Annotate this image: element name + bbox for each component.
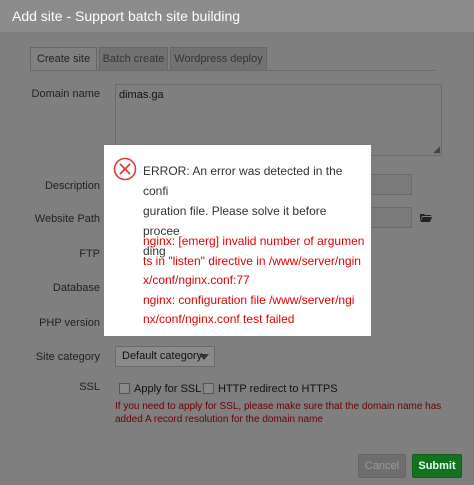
http-redirect-label[interactable]: HTTP redirect to HTTPS [218, 383, 338, 395]
error-message-line: ERROR: An error was detected in the conf… [143, 164, 343, 198]
website-path-label: Website Path [34, 213, 100, 225]
dialog-titlebar: Add site - Support batch site building [0, 0, 474, 32]
domain-label: Domain name [31, 88, 100, 100]
database-label: Database [52, 282, 100, 294]
resize-grip-icon[interactable]: ◢ [433, 145, 440, 154]
ssl-label: SSL [79, 381, 100, 393]
error-detail-line: nginx: configuration file /www/server/ng… [143, 292, 355, 307]
error-detail-line: x/conf/nginx.conf:77 [143, 273, 250, 287]
php-version-label: PHP version [39, 317, 100, 329]
close-circle-icon [113, 157, 137, 181]
description-label: Description [44, 180, 100, 192]
error-detail-line: nx/conf/nginx.conf test failed [143, 312, 295, 326]
site-category-label: Site category [35, 351, 100, 363]
ftp-label: FTP [79, 248, 100, 260]
error-detail-line: ts in "listen" directive in /www/server/… [143, 253, 361, 268]
cancel-button[interactable]: Cancel [358, 454, 406, 478]
http-redirect-checkbox[interactable] [203, 383, 214, 394]
submit-button[interactable]: Submit [412, 454, 462, 478]
tab-wordpress-deploy[interactable]: Wordpress deploy [170, 47, 267, 71]
site-category-value: Default category [122, 350, 203, 362]
error-detail-line: nginx: [emerg] invalid number of argumen [143, 234, 365, 248]
apply-ssl-label[interactable]: Apply for SSL [134, 383, 201, 395]
folder-icon[interactable] [420, 213, 432, 222]
site-category-select[interactable]: Default category [115, 346, 215, 367]
dialog-title: Add site - Support batch site building [12, 8, 241, 24]
error-detail: nginx: [emerg] invalid number of argumen… [143, 232, 365, 330]
chevron-down-icon [199, 354, 209, 360]
tab-create-site[interactable]: Create site [30, 47, 97, 71]
domain-value: dimas.ga [119, 89, 164, 101]
apply-ssl-checkbox[interactable] [119, 383, 130, 394]
ssl-warning-text: If you need to apply for SSL, please mak… [115, 401, 442, 425]
tab-batch-create[interactable]: Batch create [99, 47, 168, 71]
tab-divider [30, 70, 436, 71]
